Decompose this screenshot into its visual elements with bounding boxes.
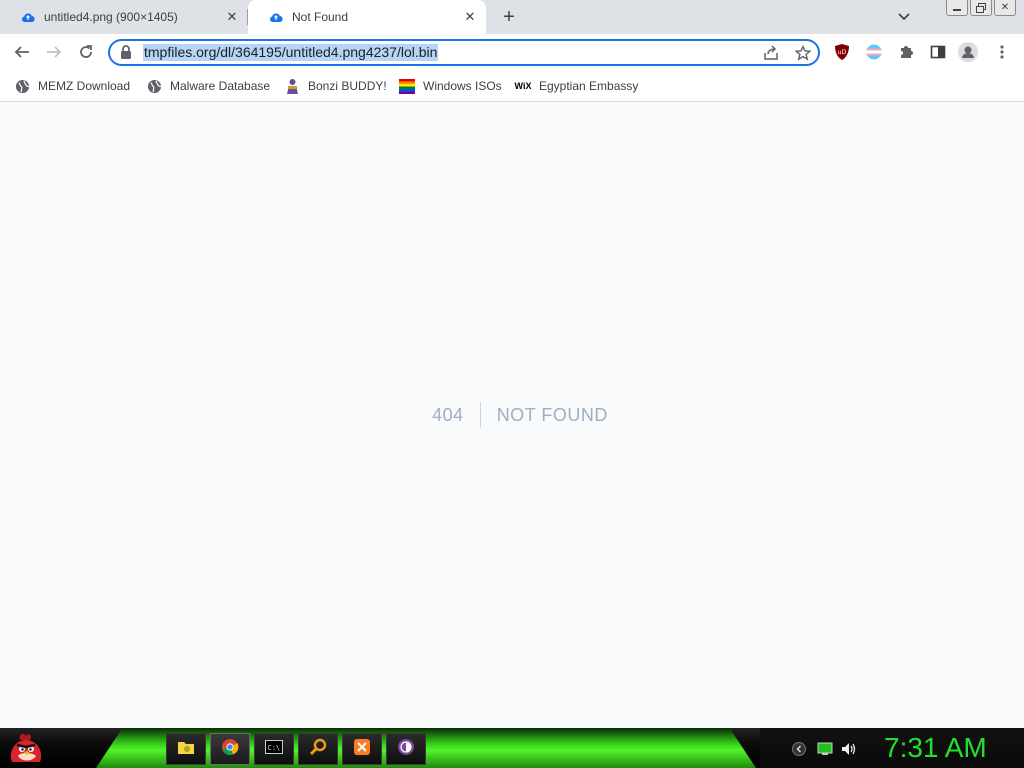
chevron-down-icon[interactable]: [896, 9, 912, 25]
file-manager-icon: [177, 739, 195, 760]
tab-strip: untitled4.png (900×1405) ✕ Not Found ✕ +…: [0, 0, 1024, 34]
lock-icon[interactable]: [120, 45, 134, 61]
not-found-message: 404 Not Found: [0, 402, 1024, 428]
taskbar-file-manager[interactable]: [166, 733, 206, 765]
bookmark-label: MEMZ Download: [38, 79, 131, 93]
bookmark-label: Egyptian Embassy: [539, 79, 639, 93]
bookmark-bonzi-buddy[interactable]: Bonzi BUDDY!: [284, 75, 387, 97]
taskbar-tor-browser[interactable]: [386, 733, 426, 765]
bookmark-label: Bonzi BUDDY!: [308, 79, 387, 93]
svg-text:C:\: C:\: [268, 744, 281, 752]
forward-button[interactable]: [42, 40, 66, 64]
taskbar-chrome[interactable]: [210, 733, 250, 765]
new-tab-button[interactable]: +: [498, 6, 520, 28]
show-hidden-icons-icon[interactable]: [791, 741, 807, 757]
bookmark-label: Windows ISOs: [423, 79, 502, 93]
bookmark-egyptian-embassy[interactable]: WiX Egyptian Embassy: [514, 75, 639, 97]
tab-untitled4[interactable]: untitled4.png (900×1405) ✕: [0, 0, 248, 34]
bookmark-label: Malware Database: [170, 79, 271, 93]
more-menu-icon[interactable]: [992, 42, 1012, 62]
star-icon[interactable]: [794, 44, 812, 62]
bookmark-malware-database[interactable]: Malware Database: [146, 75, 270, 97]
share-icon[interactable]: [762, 44, 780, 62]
taskbar-xampp[interactable]: [342, 733, 382, 765]
ublock-origin-icon[interactable]: uD: [832, 42, 852, 62]
tab-not-found[interactable]: Not Found ✕: [248, 0, 486, 34]
close-icon[interactable]: ✕: [224, 9, 240, 25]
bookmarks-bar: MEMZ Download Malware Database Bonzi BUD…: [0, 70, 1024, 102]
back-button[interactable]: [10, 40, 34, 64]
browser-toolbar: tmpfiles.org/dl/364195/untitled4.png4237…: [0, 34, 1024, 70]
bonzi-icon: [284, 78, 300, 94]
page-content: 404 Not Found: [0, 103, 1024, 728]
minimize-button[interactable]: [946, 0, 968, 16]
trans-flag-icon[interactable]: [864, 42, 884, 62]
start-button[interactable]: [6, 728, 46, 768]
tor-browser-icon: [397, 738, 415, 761]
tab-title: Not Found: [292, 10, 349, 24]
side-panel-icon[interactable]: [928, 42, 948, 62]
profile-avatar-icon[interactable]: [958, 42, 978, 62]
error-message: Not Found: [496, 405, 608, 425]
address-bar[interactable]: tmpfiles.org/dl/364195/untitled4.png4237…: [108, 39, 820, 66]
bookmark-windows-isos[interactable]: Windows ISOs: [399, 75, 502, 97]
volume-icon[interactable]: [841, 741, 857, 757]
chrome-icon: [221, 738, 239, 761]
wix-icon: WiX: [514, 81, 532, 91]
window-controls: ✕: [946, 0, 1016, 16]
error-code: 404: [432, 402, 481, 428]
rainbow-flag-icon: [399, 78, 415, 94]
search-icon: [309, 738, 327, 761]
cloud-upload-icon: [268, 9, 284, 25]
puzzle-extensions-icon[interactable]: [896, 42, 916, 62]
taskbar-clock[interactable]: 7:31 AM: [884, 730, 987, 766]
url-text[interactable]: tmpfiles.org/dl/364195/untitled4.png4237…: [143, 44, 439, 61]
xampp-icon: [353, 738, 371, 761]
network-icon[interactable]: [817, 741, 833, 757]
taskbar-search[interactable]: [298, 733, 338, 765]
reload-button[interactable]: [74, 40, 98, 64]
svg-text:uD: uD: [838, 49, 847, 56]
globe-icon: [146, 78, 162, 94]
cloud-upload-icon: [20, 9, 36, 25]
command-prompt-icon: C:\: [265, 739, 283, 759]
taskbar: [0, 728, 1024, 768]
close-window-button[interactable]: ✕: [994, 0, 1016, 16]
restore-button[interactable]: [970, 0, 992, 16]
tab-title: untitled4.png (900×1405): [44, 10, 178, 24]
bookmark-memz-download[interactable]: MEMZ Download: [14, 75, 130, 97]
close-icon[interactable]: ✕: [462, 9, 478, 25]
globe-icon: [14, 78, 30, 94]
taskbar-command-prompt[interactable]: C:\: [254, 733, 294, 765]
